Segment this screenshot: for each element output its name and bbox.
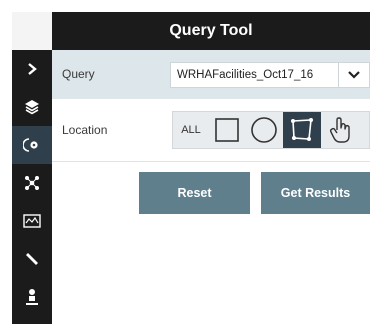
sidebar-item-person[interactable] [12, 278, 52, 316]
query-select[interactable]: WRHAFacilities_Oct17_16 [170, 62, 370, 88]
circle-icon [251, 117, 277, 143]
ruler-icon [26, 253, 38, 265]
select-dropdown-toggle[interactable] [338, 63, 369, 87]
rectangle-draw-button[interactable] [209, 112, 245, 148]
chevron-down-icon [348, 71, 360, 79]
sidebar-item-measure[interactable] [12, 240, 52, 278]
sidebar-item-query[interactable] [12, 126, 52, 164]
map-icon [23, 214, 41, 228]
sidebar-top-blank [12, 12, 52, 50]
polygon-icon [291, 118, 313, 141]
circle-draw-button[interactable] [245, 112, 283, 148]
reset-button[interactable]: Reset [139, 172, 250, 214]
reset-button-label: Reset [177, 186, 212, 200]
sidebar-item-layers[interactable] [12, 88, 52, 126]
location-label: Location [62, 123, 108, 137]
get-results-button[interactable]: Get Results [261, 172, 370, 214]
sidebar-item-map[interactable] [12, 202, 52, 240]
all-extent-label: ALL [181, 124, 201, 136]
network-icon [25, 176, 39, 190]
query-tool-icon [23, 138, 38, 152]
query-select-value: WRHAFacilities_Oct17_16 [177, 69, 314, 81]
sidebar-rail [12, 12, 52, 324]
rectangle-icon [215, 118, 239, 142]
sidebar-item-network[interactable] [12, 164, 52, 202]
query-label: Query [62, 67, 95, 81]
all-extent-button[interactable]: ALL [173, 112, 209, 148]
location-tools: ALL [172, 111, 370, 149]
layers-icon [25, 100, 39, 115]
hand-select-button[interactable] [321, 112, 361, 148]
location-row: Location ALL [52, 99, 370, 162]
person-icon [26, 289, 38, 305]
sidebar-item-expand[interactable] [12, 50, 52, 88]
query-row: Query WRHAFacilities_Oct17_16 [52, 50, 370, 99]
polygon-draw-button[interactable] [283, 112, 321, 148]
chevron-right-icon [28, 63, 37, 75]
hand-pointer-icon [329, 117, 350, 143]
panel-title: Query Tool [169, 22, 253, 39]
panel-header: Query Tool [52, 12, 370, 50]
get-results-button-label: Get Results [280, 186, 351, 200]
